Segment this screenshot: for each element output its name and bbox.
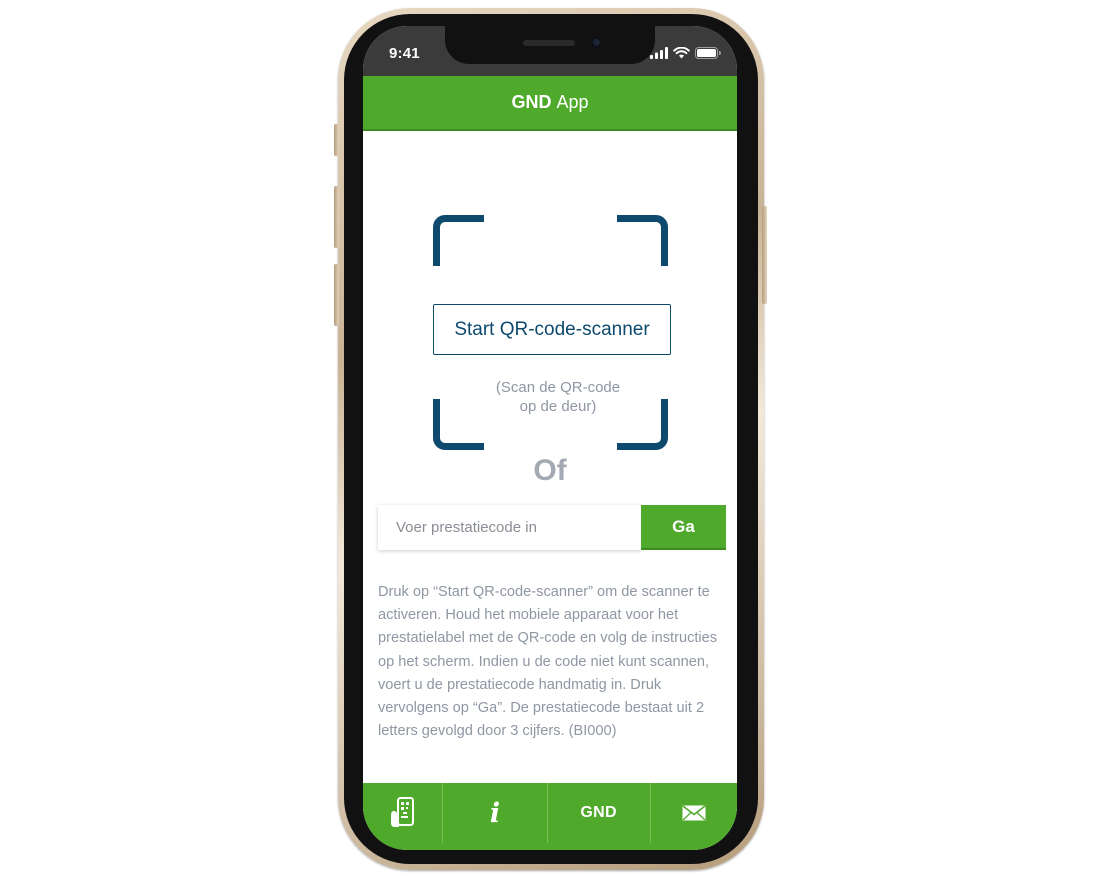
signal-icon [650, 47, 668, 59]
tab-mail[interactable] [651, 783, 737, 843]
scan-frame-corner-top-left [433, 215, 484, 266]
or-divider: Of [533, 454, 567, 487]
header-title: App [556, 92, 589, 112]
app-screen: 9:41 GND App Start QR-code-scanner (Scan… [363, 26, 737, 850]
mail-icon [682, 805, 706, 821]
status-time: 9:41 [389, 45, 420, 62]
performance-code-input[interactable] [378, 505, 641, 550]
battery-icon [695, 47, 721, 59]
volume-up-button [334, 186, 339, 248]
phone-qr-scan-icon [390, 797, 414, 827]
tab-gnd-label: GND [580, 804, 617, 821]
info-icon: i [489, 797, 501, 829]
instructions-text: Druk op “Start QR-code-scanner” om de sc… [378, 584, 718, 740]
tab-scan[interactable] [363, 783, 444, 843]
app-header: GND App [363, 76, 737, 131]
scan-hint: (Scan de QR-code op de deur) [495, 379, 621, 415]
header-brand: GND [511, 92, 552, 112]
speaker-grille [523, 40, 575, 46]
volume-down-button [334, 264, 339, 326]
tab-gnd[interactable]: GND [548, 783, 651, 843]
start-qr-scanner-button[interactable]: Start QR-code-scanner [433, 304, 671, 355]
power-button [762, 206, 767, 304]
wifi-icon [673, 47, 690, 59]
scan-frame-corner-top-right [617, 215, 668, 266]
mute-switch [334, 124, 339, 156]
status-bar: 9:41 [363, 26, 737, 76]
notch [445, 26, 655, 64]
code-entry-row: Ga [378, 505, 726, 550]
bottom-tab-bar: i GND [363, 783, 737, 850]
go-button[interactable]: Ga [641, 505, 726, 550]
tab-info[interactable]: i [443, 783, 548, 843]
front-camera [591, 37, 602, 48]
status-icons [650, 47, 721, 59]
